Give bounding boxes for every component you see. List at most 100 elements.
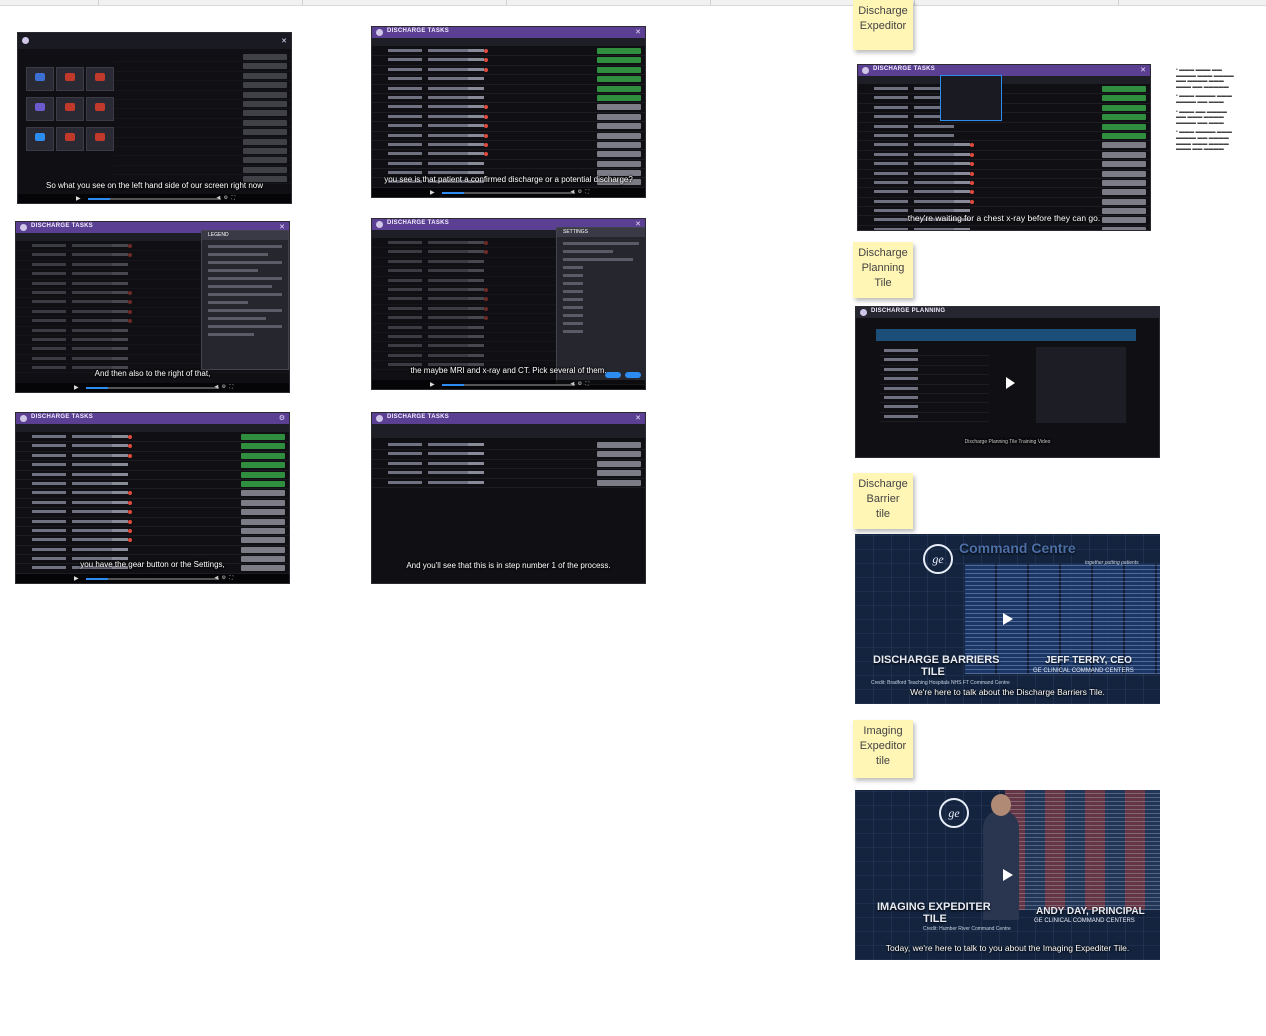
tile[interactable] <box>56 67 84 91</box>
legend-panel: LEGEND <box>201 230 289 370</box>
app-logo-icon <box>862 67 869 74</box>
close-icon[interactable]: ✕ <box>635 28 641 36</box>
play-icon[interactable] <box>1003 869 1013 881</box>
top-ruler <box>0 0 1266 6</box>
video-thumbnail-legend[interactable]: DISCHARGE TASKS ✕ LEGEND And then also to… <box>15 221 290 393</box>
speaker-org: GE CLINICAL COMMAND CENTERS <box>1034 918 1135 924</box>
app-logo-icon <box>22 37 29 44</box>
play-icon[interactable] <box>1006 377 1015 389</box>
sticky-discharge-expeditor: Discharge Expeditor <box>853 0 913 50</box>
sticky-line: Planning <box>861 262 905 274</box>
side-notes: • ▬▬▬ ▬▬▬ ▬▬ ▬▬▬▬ ▬▬▬ ▬▬▬▬ ▬▬ ▬▬▬▬ ▬▬▬ ▬… <box>1176 67 1234 153</box>
video-thumbnail-barriers[interactable]: ge Command Centre together putting patie… <box>855 534 1160 704</box>
sticky-line: tile <box>875 755 891 767</box>
close-icon[interactable]: ✕ <box>281 37 287 45</box>
ge-logo-icon: ge <box>939 798 969 828</box>
speaker-name: JEFF TERRY, CEO <box>1045 655 1132 666</box>
sticky-discharge-planning: Discharge Planning Tile <box>853 242 913 298</box>
video-thumbnail-gear[interactable]: DISCHARGE TASKS ⚙ you have the gear butto… <box>15 412 290 584</box>
app-logo-icon <box>20 415 27 422</box>
app-title: DISCHARGE TASKS <box>31 223 94 229</box>
app-title: DISCHARGE TASKS <box>387 28 450 34</box>
video-thumbnail-discharge-status[interactable]: DISCHARGE TASKS ✕ you see is that patient… <box>371 26 646 198</box>
app-logo-icon <box>20 224 27 231</box>
brand-tagline: together putting patients <box>1085 560 1139 566</box>
dropdown-popup[interactable] <box>940 75 1002 121</box>
app-logo-icon <box>860 309 867 316</box>
video-thumbnail-expeditor[interactable]: DISCHARGE TASKS ✕ they're waiting for a c… <box>857 64 1151 231</box>
video-thumbnail-home[interactable]: ✕ So what you see on the left hand side … <box>17 32 292 204</box>
play-icon[interactable]: ▶ <box>430 381 435 388</box>
video-caption: And then also to the right of that, <box>94 369 211 378</box>
settings-panel: SETTINGS <box>556 227 645 385</box>
app-logo-icon <box>376 29 383 36</box>
planning-header <box>876 329 1136 341</box>
app-title: DISCHARGE PLANNING <box>871 308 946 314</box>
poster-credit: Credit: Humber River Command Centre <box>923 926 1011 932</box>
close-icon[interactable]: ✕ <box>1140 66 1146 74</box>
tile[interactable] <box>86 97 114 121</box>
tile[interactable] <box>86 127 114 151</box>
app-title: DISCHARGE TASKS <box>387 414 450 420</box>
tile[interactable] <box>26 67 54 91</box>
video-caption: Discharge Planning Tile Training Video <box>964 439 1051 445</box>
play-icon[interactable]: ▶ <box>74 575 79 582</box>
video-caption: Today, we're here to talk to you about t… <box>885 943 1130 953</box>
poster-title-line1: DISCHARGE BARRIERS <box>873 654 1000 666</box>
poster-title-line2: TILE <box>923 913 947 925</box>
video-controls[interactable]: ▶ ◀ ⚙ ⛶ <box>18 194 291 203</box>
play-icon[interactable]: ▶ <box>430 189 435 196</box>
person-head <box>991 794 1011 816</box>
sticky-line: Discharge <box>858 5 908 17</box>
speaker-name: ANDY DAY, PRINCIPAL <box>1036 906 1145 917</box>
speaker-org: GE CLINICAL COMMAND CENTERS <box>1033 668 1134 674</box>
app-title: DISCHARGE TASKS <box>31 414 94 420</box>
sticky-line: Barrier <box>866 493 900 505</box>
app-title: DISCHARGE TASKS <box>387 220 450 226</box>
sticky-line: Tile <box>874 277 892 289</box>
tile[interactable] <box>56 97 84 121</box>
video-caption: you have the gear button or the Settings… <box>80 560 225 569</box>
play-icon[interactable]: ▶ <box>74 384 79 391</box>
poster-title-line1: IMAGING EXPEDITER <box>877 901 991 913</box>
sticky-line: tile <box>875 508 891 520</box>
sticky-line: Discharge <box>858 247 908 259</box>
sticky-line: Expeditor <box>859 20 907 32</box>
tile[interactable] <box>56 127 84 151</box>
brand-name: Command Centre <box>959 540 1076 556</box>
play-icon[interactable]: ▶ <box>76 195 81 202</box>
video-caption: the maybe MRI and x-ray and CT. Pick sev… <box>410 366 607 375</box>
poster-title-line2: TILE <box>921 666 945 678</box>
sticky-imaging-expeditor: Imaging Expeditor tile <box>853 720 913 778</box>
legend-title: LEGEND <box>202 231 288 240</box>
poster-credit: Credit: Bradford Teaching Hospitals NHS … <box>871 680 1010 686</box>
control-room-image <box>1005 790 1160 910</box>
tile[interactable] <box>26 97 54 121</box>
tile[interactable] <box>86 67 114 91</box>
video-controls[interactable]: ▶ ◀ ⚙ ⛶ <box>16 574 289 583</box>
video-thumbnail-imaging[interactable]: ge IMAGING EXPEDITER TILE Credit: Humber… <box>855 790 1160 960</box>
gear-icon[interactable]: ⚙ <box>279 414 285 422</box>
video-controls[interactable]: ▶ ◀ ⚙ ⛶ <box>372 380 645 389</box>
app-logo-icon <box>376 415 383 422</box>
sticky-discharge-barrier: Discharge Barrier tile <box>853 473 913 529</box>
video-caption: And you'll see that this is in step numb… <box>406 561 611 570</box>
video-thumbnail-step-one[interactable]: DISCHARGE TASKS ✕ And you'll see that thi… <box>371 412 646 584</box>
sticky-line: Imaging <box>863 725 903 737</box>
app-title: DISCHARGE TASKS <box>873 66 936 72</box>
sticky-line: Discharge <box>858 478 908 490</box>
video-controls[interactable]: ▶ ◀ ⚙ ⛶ <box>16 383 289 392</box>
video-thumbnail-planning[interactable]: DISCHARGE PLANNING Discharge Planning Ti… <box>855 306 1160 458</box>
sticky-line: Expeditor <box>859 740 907 752</box>
app-logo-icon <box>376 221 383 228</box>
video-caption: they're waiting for a chest x-ray before… <box>907 213 1101 223</box>
planning-side-panel <box>1036 347 1126 423</box>
video-controls[interactable]: ▶ ◀ ⚙ ⛶ <box>372 188 645 197</box>
close-icon[interactable]: ✕ <box>635 414 641 422</box>
video-caption: So what you see on the left hand side of… <box>45 181 264 190</box>
video-caption: We're here to talk about the Discharge B… <box>910 687 1105 697</box>
tile[interactable] <box>26 127 54 151</box>
play-icon[interactable] <box>1003 613 1013 625</box>
video-caption: you see is that patient a confirmed disc… <box>384 175 633 184</box>
video-thumbnail-settings[interactable]: DISCHARGE TASKS ✕ SETTINGS the maybe MRI … <box>371 218 646 390</box>
